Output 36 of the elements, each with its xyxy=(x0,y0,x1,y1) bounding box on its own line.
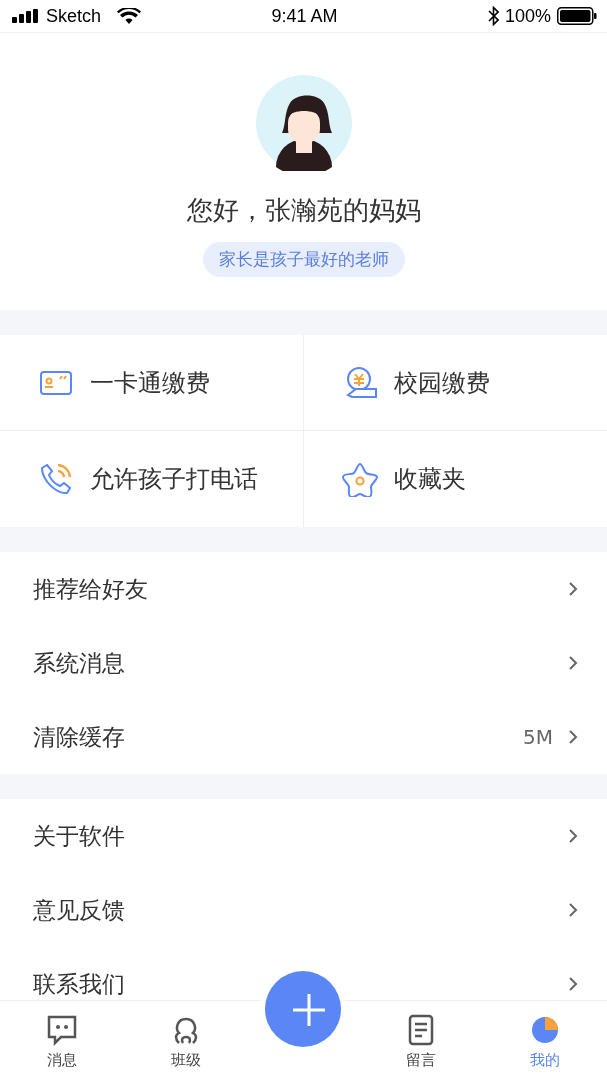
menu-item[interactable]: 联系我们 xyxy=(0,947,607,1000)
menu-item[interactable]: 意见反馈 xyxy=(0,873,607,947)
shortcut-label: 校园缴费 xyxy=(393,367,490,399)
wifi-icon xyxy=(117,8,142,24)
tab-item[interactable]: 消息 xyxy=(0,1001,124,1080)
menu-value: 5M xyxy=(523,725,553,749)
plus-icon xyxy=(291,992,327,1028)
motto-badge: 家长是孩子最好的老师 xyxy=(202,242,405,277)
chevron-right-icon xyxy=(567,728,579,746)
chevron-right-icon xyxy=(567,580,579,598)
carrier-name: Sketch xyxy=(46,5,102,27)
greeting: 您好，张瀚苑的妈妈 xyxy=(186,194,421,227)
menu-item[interactable]: 关于软件 xyxy=(0,799,607,873)
battery-percent: 100% xyxy=(504,5,551,27)
menu-item[interactable]: 系统消息 xyxy=(0,626,607,700)
shortcut-item[interactable]: 校园缴费 xyxy=(303,335,607,431)
tab-item[interactable]: 我的 xyxy=(483,1001,607,1080)
chevron-right-icon xyxy=(567,975,579,993)
shortcut-label: 允许孩子打电话 xyxy=(90,464,258,495)
phone-icon xyxy=(38,461,74,497)
chevron-right-icon xyxy=(567,654,579,672)
signal-icon xyxy=(12,9,40,23)
tab-item[interactable]: 班级 xyxy=(123,1001,248,1080)
menu-item[interactable]: 推荐给好友 xyxy=(0,552,607,626)
chevron-right-icon xyxy=(567,901,579,919)
clock: 9:41 AM xyxy=(270,5,339,27)
shortcut-item[interactable]: 一卡通缴费 xyxy=(0,335,304,431)
star-icon xyxy=(341,461,378,497)
shortcut-item[interactable]: 收藏夹 xyxy=(303,431,607,527)
chevron-right-icon xyxy=(567,827,579,845)
battery-icon xyxy=(557,7,597,25)
menu-item[interactable]: 清除缓存 5M xyxy=(0,700,607,774)
shortcut-label: 一卡通缴费 xyxy=(90,367,210,399)
tab-item[interactable]: 留言 xyxy=(359,1001,484,1080)
shortcut-label: 收藏夹 xyxy=(393,464,466,495)
bluetooth-icon xyxy=(487,6,499,26)
